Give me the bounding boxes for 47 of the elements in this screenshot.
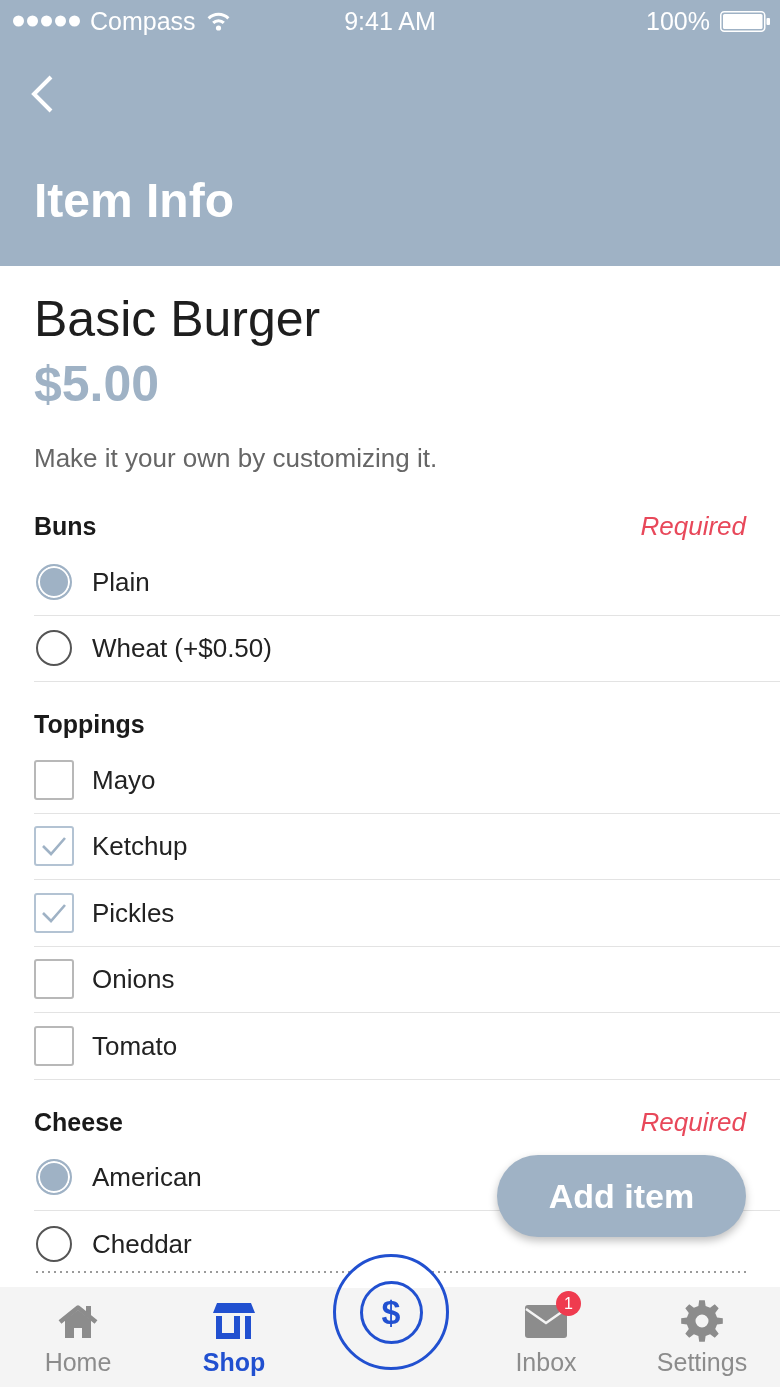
nav-tab[interactable]: 1 Inbox (468, 1287, 624, 1387)
checkbox[interactable] (34, 759, 74, 800)
option-label: American (92, 1161, 202, 1194)
home-icon (57, 1304, 99, 1338)
group-title: Buns (34, 511, 97, 542)
checkmark-icon (41, 836, 67, 857)
checkbox[interactable] (34, 826, 74, 867)
back-chevron-icon (30, 74, 54, 114)
option-label: Cheddar (92, 1227, 192, 1260)
option-label: Onions (92, 963, 175, 996)
option-label: Pickles (92, 896, 175, 929)
item-description: Make it your own by customizing it. (34, 442, 439, 475)
gear-icon (680, 1299, 724, 1343)
envelope-icon (525, 1304, 567, 1338)
wifi-icon (205, 11, 231, 31)
group-title: Toppings (34, 709, 145, 740)
option-label: Ketchup (92, 830, 188, 863)
group-title: Cheese (34, 1106, 123, 1138)
nav-tab[interactable]: Home (0, 1287, 156, 1387)
radio-button[interactable] (36, 1225, 72, 1262)
notification-badge: 1 (556, 1291, 581, 1316)
option-label: Wheat (+$0.50) (92, 632, 272, 665)
carrier-name: Compass (90, 6, 196, 36)
required-label: Required (640, 510, 746, 543)
option-label: Plain (92, 565, 150, 598)
checkbox[interactable] (34, 892, 74, 933)
dollar-button[interactable]: $ (333, 1254, 449, 1370)
checkbox[interactable] (34, 959, 74, 1000)
nav-tab[interactable]: Shop (156, 1287, 312, 1387)
checkmark-icon (41, 902, 67, 923)
radio-button[interactable] (36, 1159, 72, 1196)
status-time: 9:41 AM (344, 6, 436, 36)
page-title: Item Info (33, 173, 235, 229)
item-price: $5.00 (34, 355, 161, 413)
radio-button[interactable] (36, 563, 72, 600)
checkbox[interactable] (34, 1025, 74, 1066)
nav-tab[interactable]: Settings (624, 1287, 780, 1387)
battery-icon (720, 10, 770, 32)
add-item-button[interactable]: Add item (497, 1155, 746, 1237)
battery-percent: 100% (646, 6, 710, 36)
store-icon (213, 1303, 255, 1339)
option-label: Tomato (92, 1029, 178, 1062)
required-label: Required (640, 1105, 746, 1139)
radio-button[interactable] (36, 630, 72, 667)
option-label: Mayo (92, 763, 156, 796)
item-name: Basic Burger (34, 290, 322, 348)
signal-icon (13, 15, 80, 27)
